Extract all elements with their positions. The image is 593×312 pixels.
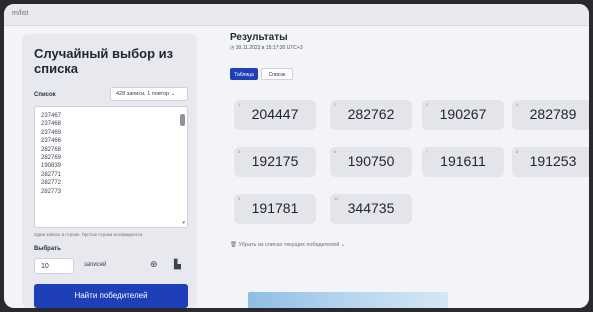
- list-hint: Одна запись в строке. Пустые строки игно…: [34, 232, 144, 237]
- winner-card: 9 191781: [234, 194, 316, 224]
- list-item: 282768: [41, 146, 62, 153]
- list-item: 190839: [41, 163, 62, 170]
- winner-card: 7 191611: [422, 147, 504, 177]
- remove-winners-text: Убрать из списка текущих победителей: [238, 242, 340, 248]
- winner-card: 10 344735: [330, 194, 412, 224]
- list-items: 237467 237468 237469 237466 282768 28276…: [41, 112, 61, 196]
- tab-table[interactable]: Таблица: [230, 68, 258, 80]
- list-item: 282773: [41, 188, 62, 195]
- trash-icon: 🗑: [230, 242, 239, 248]
- address-bar[interactable]: m/list: [4, 4, 589, 26]
- list-scrollbar[interactable]: ▾: [180, 110, 185, 226]
- timestamp-text: 30.11.2023 в 15:17:30 UTC+3: [235, 45, 303, 51]
- chevron-down-icon: ⌄: [339, 242, 346, 248]
- promo-banner-image: [248, 292, 448, 308]
- chevron-down-icon: ⌄: [170, 91, 176, 97]
- winner-card: 6 190750: [330, 147, 412, 177]
- winner-value: 204447: [251, 106, 299, 122]
- winner-value: 282789: [529, 106, 577, 122]
- winner-value: 190750: [347, 153, 395, 169]
- winner-value: 190267: [439, 106, 487, 122]
- list-item: 237467: [41, 113, 62, 119]
- winner-value: 192175: [251, 153, 299, 169]
- winner-card: 5 192175: [234, 147, 316, 177]
- list-item: 282769: [41, 155, 62, 162]
- list-label: Список: [34, 92, 56, 98]
- results-timestamp: ◷ 30.11.2023 в 15:17:30 UTC+3: [230, 45, 303, 51]
- results-title: Результаты: [230, 32, 288, 43]
- winner-value: 282762: [347, 106, 395, 122]
- url-text[interactable]: m/list: [12, 10, 28, 17]
- list-textarea[interactable]: 237467 237468 237469 237466 282768 28276…: [34, 106, 188, 228]
- scroll-thumb[interactable]: [180, 114, 185, 126]
- list-item: 282771: [41, 171, 62, 178]
- remove-winners-toggle[interactable]: 🗑 Убрать из списка текущих победителей ⌄: [230, 242, 346, 248]
- winner-value: 344735: [347, 200, 395, 216]
- winner-card: 3 190267: [422, 100, 504, 130]
- pick-label: Выбрать: [34, 246, 61, 252]
- page-title: Случайный выбор из списка: [34, 46, 174, 76]
- settings-panel: Случайный выбор из списка Список 428 зап…: [22, 34, 197, 308]
- pick-count-input[interactable]: 10: [34, 258, 74, 274]
- list-item: 282772: [41, 180, 62, 187]
- winner-value: 191781: [251, 200, 299, 216]
- pick-unit-label: записей: [84, 262, 107, 268]
- winner-value: 191253: [529, 153, 577, 169]
- refresh-icon[interactable]: ⊛: [150, 259, 158, 270]
- list-stats-dropdown[interactable]: 428 записи, 1 повтор ⌄: [110, 87, 188, 101]
- winner-card: 2 282762: [330, 100, 412, 130]
- list-item: 237468: [41, 121, 62, 128]
- winner-card: 4 282789: [512, 100, 589, 130]
- list-stats-text: 428 записи, 1 повтор: [116, 91, 170, 97]
- browser-window: m/list Случайный выбор из списка Список …: [4, 4, 589, 308]
- tab-list[interactable]: Список: [261, 68, 293, 80]
- winner-card: 8 191253: [512, 147, 589, 177]
- winner-card: 1 204447: [234, 100, 316, 130]
- list-item: 237466: [41, 138, 62, 145]
- copy-icon[interactable]: ▙: [174, 259, 181, 270]
- list-item: 237469: [41, 129, 62, 136]
- scroll-down-icon[interactable]: ▾: [182, 220, 185, 226]
- winner-value: 191611: [440, 153, 486, 169]
- find-winners-button[interactable]: Найти победителей: [34, 284, 188, 308]
